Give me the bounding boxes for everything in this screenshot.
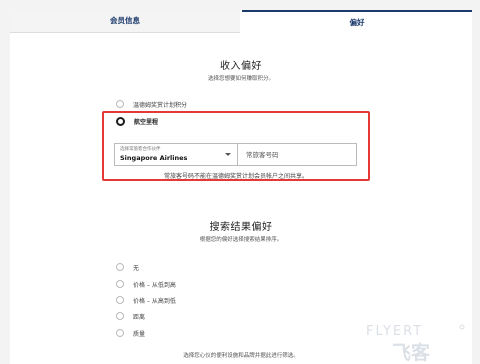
flyert-watermark-logo: FLYERT 飞客: [366, 324, 465, 363]
tab-bar: 会员信息 偏好: [10, 10, 472, 33]
svg-text:FLYERT: FLYERT: [366, 324, 423, 339]
tab-member-info[interactable]: 会员信息: [10, 10, 240, 33]
sort-option-label: 距离: [133, 313, 146, 321]
radio-unchecked-icon[interactable]: [116, 263, 124, 271]
earn-preference-subheading: 选择您想要如何赚取积分。: [207, 76, 274, 82]
chevron-down-icon[interactable]: [225, 153, 231, 156]
radio-unchecked-icon[interactable]: [116, 100, 124, 108]
radio-unchecked-icon[interactable]: [116, 329, 124, 337]
radio-unchecked-icon[interactable]: [116, 280, 124, 288]
earn-option-points-label: 温德姆奖赏计划积分: [133, 101, 188, 109]
search-preference-subheading: 根据您的偏好选择搜索结果排序。: [199, 237, 283, 243]
sort-option-label: 无: [133, 264, 140, 272]
svg-text:飞客: 飞客: [392, 341, 431, 363]
sort-option-none[interactable]: 无: [116, 261, 139, 273]
sort-option-quality[interactable]: 质量: [116, 327, 145, 339]
frequent-flyer-note: 常旅客号码不能在温德姆奖赏计划会员帐户之间共享。: [163, 173, 308, 180]
sort-option-price-asc[interactable]: 价格 – 从低到高: [116, 278, 176, 290]
earn-preference-heading: 收入偏好: [220, 61, 262, 72]
partner-select-label: 选择常旅客合作伙伴: [120, 147, 161, 152]
frequent-flyer-number-input[interactable]: [237, 143, 357, 166]
sort-option-label: 质量: [133, 330, 146, 338]
radio-unchecked-icon[interactable]: [116, 312, 124, 320]
preferences-panel: 会员信息 偏好 收入偏好 选择您想要如何赚取积分。 温德姆奖赏计划积分 航空里程…: [10, 10, 472, 364]
sort-option-label: 价格 – 从低到高: [133, 281, 176, 289]
earn-option-points[interactable]: 温德姆奖赏计划积分: [116, 98, 187, 110]
sort-option-label: 价格 – 从高到低: [133, 297, 176, 305]
sort-option-price-desc[interactable]: 价格 – 从高到低: [116, 294, 176, 306]
radio-unchecked-icon[interactable]: [116, 296, 124, 304]
partner-select-value: Singapore Airlines: [120, 154, 188, 162]
search-preference-heading: 搜索结果偏好: [209, 222, 273, 233]
sort-option-distance[interactable]: 距离: [116, 310, 145, 322]
tab-preferences[interactable]: 偏好: [242, 10, 472, 32]
partner-select[interactable]: 选择常旅客合作伙伴 Singapore Airlines: [114, 143, 238, 166]
